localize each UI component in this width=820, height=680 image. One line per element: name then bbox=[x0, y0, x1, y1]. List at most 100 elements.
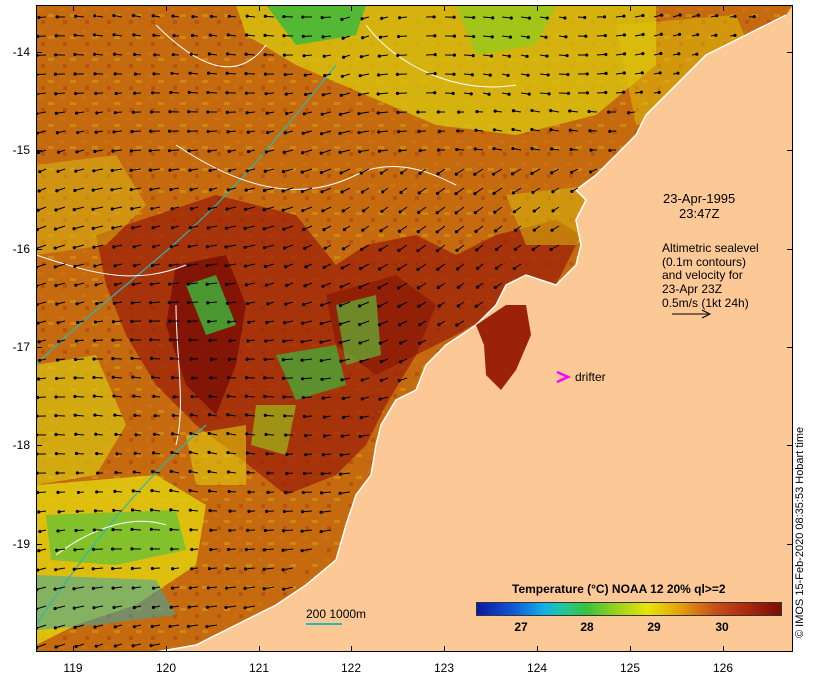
velocity-arrow-head bbox=[225, 207, 229, 211]
velocity-arrow-head bbox=[55, 548, 59, 552]
velocity-arrow-head bbox=[622, 90, 626, 94]
velocity-arrow-head bbox=[452, 72, 456, 76]
velocity-arrow-head bbox=[245, 301, 250, 306]
velocity-arrow-head bbox=[416, 286, 420, 290]
velocity-arrow-head bbox=[285, 471, 289, 476]
velocity-arrow-head bbox=[244, 394, 248, 398]
velocity-arrow-head bbox=[92, 52, 97, 56]
velocity-arrow-head bbox=[74, 528, 78, 533]
velocity-arrow-head bbox=[54, 92, 58, 96]
velocity-arrow-head bbox=[152, 33, 156, 37]
velocity-arrow-head bbox=[36, 321, 40, 325]
velocity-arrow-head bbox=[549, 247, 553, 252]
velocity-arrow-head bbox=[266, 471, 270, 475]
velocity-arrow-head bbox=[225, 91, 229, 95]
velocity-arrow-head bbox=[208, 394, 212, 398]
velocity-arrow-head bbox=[587, 109, 591, 114]
velocity-arrow-head bbox=[511, 146, 515, 151]
velocity-arrow-head bbox=[338, 112, 343, 116]
velocity-arrow-head bbox=[110, 168, 114, 173]
velocity-arrow-head bbox=[547, 92, 551, 96]
velocity-arrow-head bbox=[602, 15, 607, 19]
velocity-arrow-head bbox=[378, 35, 383, 39]
velocity-arrow-head bbox=[188, 489, 192, 493]
velocity-arrow-head bbox=[245, 111, 249, 115]
velocity-arrow-head bbox=[714, 33, 718, 37]
velocity-arrow-head bbox=[527, 92, 531, 96]
velocity-arrow-head bbox=[565, 54, 569, 58]
velocity-arrow-head bbox=[245, 169, 249, 173]
velocity-arrow-head bbox=[228, 169, 232, 173]
velocity-arrow-head bbox=[377, 304, 381, 308]
velocity-arrow-head bbox=[112, 301, 117, 305]
velocity-arrow-head bbox=[150, 547, 154, 551]
velocity-arrow-head bbox=[188, 338, 192, 342]
velocity-arrow-head bbox=[111, 375, 115, 379]
velocity-arrow-head bbox=[74, 451, 79, 456]
velocity-arrow-head bbox=[379, 360, 383, 364]
velocity-arrow-head bbox=[509, 16, 513, 20]
velocity-arrow-head bbox=[243, 586, 247, 590]
velocity-arrow-head bbox=[207, 450, 211, 454]
velocity-arrow-head bbox=[113, 111, 117, 115]
velocity-arrow-head bbox=[513, 247, 518, 251]
velocity-arrow-head bbox=[696, 13, 701, 17]
velocity-arrow-head bbox=[281, 529, 286, 533]
velocity-arrow-head bbox=[112, 508, 116, 512]
velocity-arrow-head bbox=[433, 91, 437, 95]
velocity-arrow-head bbox=[568, 128, 572, 132]
velocity-arrow-head bbox=[622, 71, 626, 75]
velocity-arrow-head bbox=[227, 149, 231, 153]
velocity-arrow-head bbox=[589, 148, 593, 152]
velocity-arrow-head bbox=[112, 605, 116, 610]
velocity-arrow-head bbox=[570, 170, 574, 174]
velocity-arrow-head bbox=[94, 283, 98, 287]
velocity-arrow-head bbox=[149, 282, 153, 286]
velocity-arrow-head bbox=[398, 210, 402, 214]
velocity-arrow-head bbox=[245, 14, 249, 18]
velocity-arrow-head bbox=[75, 302, 79, 306]
velocity-arrow-head bbox=[148, 149, 152, 153]
velocity-arrow-head bbox=[134, 433, 138, 437]
velocity-arrow-head bbox=[418, 341, 422, 345]
velocity-arrow-head bbox=[93, 264, 97, 268]
velocity-arrow-head bbox=[608, 148, 612, 153]
velocity-arrow-head bbox=[53, 265, 57, 269]
velocity-arrow-head bbox=[399, 190, 403, 194]
velocity-arrow-head bbox=[376, 92, 380, 96]
velocity-arrow-head bbox=[38, 529, 42, 534]
velocity-arrow-head bbox=[73, 188, 77, 193]
velocity-arrow-head bbox=[455, 323, 459, 327]
velocity-arrow-head bbox=[207, 319, 211, 324]
velocity-arrow-head bbox=[113, 264, 117, 268]
velocity-arrow-head bbox=[526, 35, 530, 39]
velocity-arrow-head bbox=[418, 171, 422, 175]
velocity-arrow-head bbox=[301, 490, 306, 495]
velocity-arrow-head bbox=[507, 54, 511, 58]
sst-map[interactable] bbox=[36, 5, 793, 652]
velocity-arrow-head bbox=[209, 528, 213, 532]
velocity-arrow-head bbox=[511, 127, 515, 132]
velocity-arrow-head bbox=[73, 72, 77, 76]
velocity-arrow-head bbox=[340, 434, 344, 438]
velocity-arrow-head bbox=[170, 547, 174, 551]
velocity-arrow-head bbox=[395, 91, 400, 95]
velocity-arrow-head bbox=[494, 229, 498, 233]
velocity-arrow-head bbox=[53, 606, 57, 611]
velocity-arrow-head bbox=[110, 547, 115, 551]
velocity-arrow-head bbox=[475, 110, 479, 114]
velocity-arrow-head bbox=[95, 301, 99, 306]
scale-line bbox=[306, 623, 342, 625]
velocity-arrow-head bbox=[111, 586, 115, 590]
velocity-arrow-head bbox=[262, 227, 266, 231]
velocity-arrow-head bbox=[282, 53, 287, 57]
velocity-arrow-head bbox=[361, 228, 365, 232]
velocity-arrow-head bbox=[169, 488, 173, 493]
velocity-arrow-head bbox=[436, 286, 440, 290]
velocity-arrow-head bbox=[285, 111, 289, 116]
velocity-arrow-head bbox=[244, 91, 249, 95]
velocity-arrow-head bbox=[92, 33, 97, 37]
velocity-arrow-head bbox=[149, 508, 154, 512]
colorbar bbox=[476, 602, 782, 616]
velocity-arrow-head bbox=[378, 248, 382, 252]
